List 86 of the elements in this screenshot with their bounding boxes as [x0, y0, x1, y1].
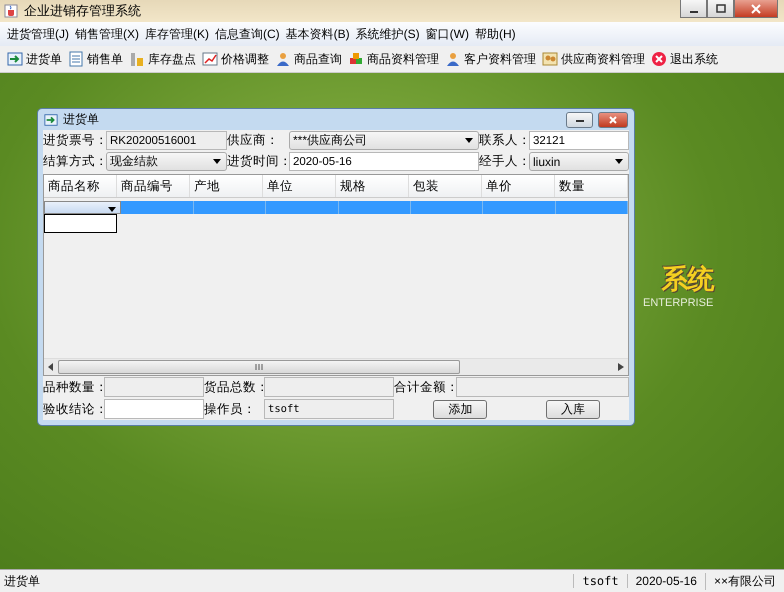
- field-label: 联系人：: [479, 132, 529, 149]
- toolbar-button[interactable]: 价格调整: [199, 50, 272, 68]
- column-header[interactable]: 规格: [336, 175, 409, 197]
- toolbar-button[interactable]: 库存盘点: [126, 50, 199, 68]
- menu-item[interactable]: 进货管理(J): [4, 26, 72, 42]
- toolbar-button[interactable]: 供应商资料管理: [539, 50, 648, 68]
- status-text: 2020-05-16: [626, 574, 705, 588]
- column-header[interactable]: 商品名称: [44, 175, 117, 197]
- menu-item[interactable]: 基本资料(B): [282, 26, 353, 42]
- menu-item[interactable]: 窗口(W): [422, 26, 472, 42]
- maximize-icon: [716, 4, 726, 14]
- action-button[interactable]: 添加: [433, 400, 488, 418]
- input-field[interactable]: RK20200516001: [106, 131, 227, 150]
- person-icon: [445, 51, 461, 67]
- cell-dropdown[interactable]: [44, 201, 122, 214]
- toolbar-button[interactable]: 商品查询: [272, 50, 345, 68]
- menu-item[interactable]: 销售管理(X): [72, 26, 142, 42]
- dropdown[interactable]: 现金结款: [106, 152, 227, 171]
- close-icon: [608, 116, 618, 124]
- menu-item[interactable]: 系统维护(S): [352, 26, 423, 42]
- close-icon: [651, 51, 667, 67]
- people-icon: [542, 51, 558, 67]
- input-field[interactable]: 32121: [529, 131, 629, 150]
- minimize-button[interactable]: [680, 0, 707, 18]
- scroll-right-icon[interactable]: [618, 363, 624, 371]
- status-text: 进货单: [3, 572, 41, 590]
- close-button[interactable]: [598, 112, 628, 128]
- input-field[interactable]: [456, 377, 629, 397]
- column-header[interactable]: 商品编号: [117, 175, 190, 197]
- column-header[interactable]: 单位: [263, 175, 336, 197]
- document-icon: [68, 51, 84, 67]
- action-button[interactable]: 入库: [546, 400, 600, 418]
- menu-item[interactable]: 库存管理(K): [142, 26, 212, 42]
- input-field[interactable]: [104, 377, 204, 397]
- input-field[interactable]: [104, 399, 204, 419]
- minimize-icon: [690, 10, 698, 12]
- cup-icon: [4, 4, 18, 18]
- status-text: ××有限公司: [704, 572, 784, 590]
- menu-item[interactable]: 帮助(H): [472, 26, 519, 42]
- field-label: 结算方式：: [43, 153, 106, 170]
- minimize-button[interactable]: [566, 112, 593, 128]
- dropdown-list[interactable]: [44, 214, 117, 233]
- maximize-button[interactable]: [707, 0, 734, 18]
- banner-title: 系统: [661, 263, 714, 296]
- caret-icon: [465, 138, 473, 143]
- input-field[interactable]: [264, 377, 394, 397]
- column-header[interactable]: 产地: [190, 175, 263, 197]
- horizontal-scrollbar[interactable]: [44, 358, 628, 375]
- field-label: 验收结论：: [43, 400, 104, 418]
- field-label: 品种数量：: [43, 378, 104, 396]
- field-label: 合计金额：: [394, 378, 456, 396]
- chart-icon: [202, 51, 218, 67]
- banner-subtitle: ENTERPRISE: [643, 297, 714, 309]
- toolbar-button[interactable]: 退出系统: [648, 50, 721, 68]
- caret-icon: [108, 207, 116, 212]
- input-field[interactable]: tsoft: [264, 399, 394, 419]
- close-button[interactable]: [734, 0, 778, 18]
- caret-icon: [615, 159, 623, 164]
- close-icon: [751, 4, 761, 14]
- grip-icon: [255, 364, 263, 370]
- column-header[interactable]: 数量: [555, 175, 628, 197]
- field-label: 经手人：: [479, 153, 529, 170]
- column-header[interactable]: 包装: [409, 175, 482, 197]
- field-label: 供应商：: [227, 132, 280, 149]
- minimize-icon: [576, 120, 584, 122]
- menu-item[interactable]: 信息查询(C): [212, 26, 283, 42]
- dialog-title: 进货单: [63, 111, 99, 128]
- toolbar-button[interactable]: 销售单: [65, 50, 126, 68]
- window-title: 企业进销存管理系统: [24, 2, 141, 20]
- status-text: tsoft: [573, 574, 627, 588]
- caret-icon: [213, 159, 221, 164]
- toolbar-button[interactable]: 进货单: [4, 50, 65, 68]
- field-label: 进货时间：: [227, 153, 289, 170]
- bars-icon: [129, 51, 145, 67]
- person-icon: [275, 51, 291, 67]
- dropdown[interactable]: liuxin: [529, 152, 629, 171]
- column-header[interactable]: 单价: [482, 175, 555, 197]
- field-label: 操作员：: [204, 400, 257, 418]
- field-label: 货品总数：: [204, 378, 264, 396]
- cubes-icon: [348, 51, 364, 67]
- toolbar-button[interactable]: 商品资料管理: [345, 50, 442, 68]
- field-label: 进货票号：: [43, 132, 106, 149]
- dropdown[interactable]: ***供应商公司: [289, 131, 479, 150]
- toolbar-button[interactable]: 客户资料管理: [442, 50, 539, 68]
- scroll-left-icon[interactable]: [48, 363, 54, 371]
- input-field[interactable]: 2020-05-16: [289, 152, 479, 171]
